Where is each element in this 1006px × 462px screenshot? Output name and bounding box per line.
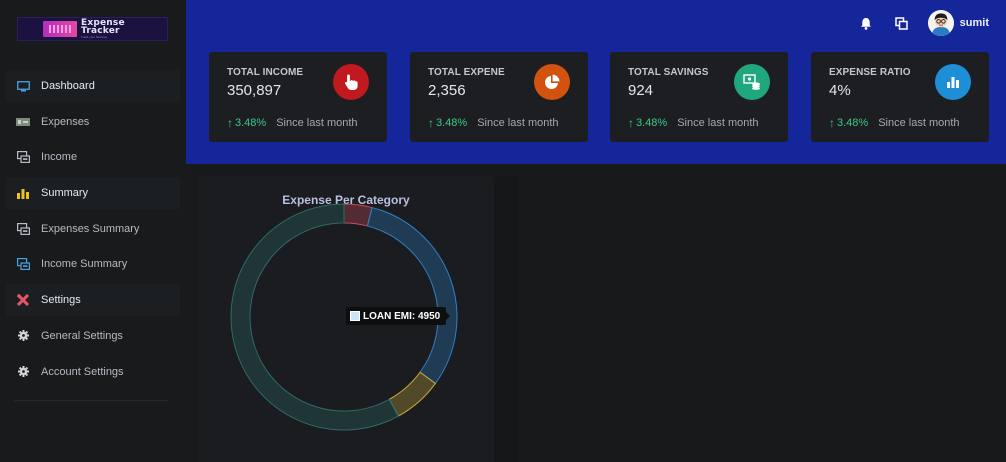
bell-icon[interactable] (858, 15, 874, 31)
card-title: TOTAL INCOME (227, 67, 304, 78)
money-transfer-icon (16, 222, 30, 236)
sidebar-item-label: Account Settings (41, 365, 124, 378)
cash-icon (16, 115, 30, 129)
tools-icon (16, 293, 30, 307)
sidebar-item-label: Dashboard (41, 80, 95, 92)
bar-chart-icon (16, 186, 30, 200)
sidebar-nav: Dashboard Expenses Income Summary Expens… (6, 70, 180, 391)
app-logo[interactable]: Expense Tracker Track your finances (17, 17, 168, 41)
card-since: Since last month (677, 117, 759, 129)
card-title: EXPENSE RATIO (829, 67, 911, 78)
donut-slice-2[interactable] (388, 371, 437, 417)
arrow-up-icon: ↑ (227, 116, 233, 130)
logo-line2: Tracker (81, 26, 120, 36)
card-change: 3.48% (636, 117, 668, 129)
tooltip-swatch (350, 311, 360, 321)
sidebar-item-label: Income Summary (41, 258, 128, 271)
arrow-up-icon: ↑ (428, 116, 434, 130)
sidebar-item-income[interactable]: Income (6, 141, 180, 173)
sidebar-item-income-summary[interactable]: Income Summary (6, 248, 180, 280)
monitor-icon (16, 79, 30, 93)
gear-icon (16, 365, 30, 379)
card-footer: ↑ 3.48% Since last month (227, 116, 358, 130)
stat-card-total-savings: TOTAL SAVINGS 924 ↑ 3.48% Since last mon… (610, 52, 788, 142)
money-transfer-icon (16, 150, 30, 164)
sidebar-item-general-settings[interactable]: General Settings (6, 320, 180, 352)
sidebar-item-label: Expenses (41, 115, 90, 128)
card-value: 2,356 (428, 82, 466, 99)
window-restore-icon[interactable] (894, 15, 910, 31)
bar-chart-icon (935, 64, 971, 100)
card-title: TOTAL SAVINGS (628, 67, 709, 78)
card-change: 3.48% (235, 117, 267, 129)
card-footer: ↑ 3.48% Since last month (628, 116, 759, 130)
header-actions: sumit (858, 10, 989, 36)
sidebar-item-expenses-summary[interactable]: Expenses Summary (6, 213, 180, 245)
chart-tooltip: LOAN EMI: 4950 (346, 307, 451, 325)
sidebar-item-settings[interactable]: Settings (6, 284, 180, 317)
sidebar-item-label: General Settings (41, 329, 123, 342)
card-change: 3.48% (436, 117, 468, 129)
card-since: Since last month (477, 117, 559, 129)
empty-panel (518, 176, 1006, 462)
card-title: TOTAL EXPENE (428, 67, 505, 78)
sidebar-item-label: Income (41, 151, 78, 164)
gear-icon (16, 329, 30, 343)
logo-mark (43, 21, 77, 37)
arrow-up-icon: ↑ (829, 116, 835, 130)
stat-card-expense-ratio: EXPENSE RATIO 4% ↑ 3.48% Since last mont… (811, 52, 989, 142)
sidebar-item-label: Expenses Summary (41, 222, 140, 235)
arrow-up-icon: ↑ (628, 116, 634, 130)
sidebar-item-summary[interactable]: Summary (6, 177, 180, 210)
card-footer: ↑ 3.48% Since last month (428, 116, 559, 130)
hand-pointer-icon (333, 64, 369, 100)
card-value: 350,897 (227, 82, 282, 99)
card-footer: ↑ 3.48% Since last month (829, 116, 960, 130)
stat-card-total-income: TOTAL INCOME 350,897 ↑ 3.48% Since last … (209, 52, 387, 142)
sidebar-item-label: Summary (41, 187, 89, 200)
pie-chart-icon (534, 64, 570, 100)
card-change: 3.48% (837, 117, 869, 129)
card-value: 4% (829, 82, 851, 99)
donut-slice-1[interactable] (366, 206, 458, 385)
card-since: Since last month (878, 117, 960, 129)
tooltip-label: LOAN EMI: 4950 (363, 310, 441, 322)
stat-card-total-expense: TOTAL EXPENE 2,356 ↑ 3.48% Since last mo… (410, 52, 588, 142)
username[interactable]: sumit (960, 17, 989, 29)
money-transfer-icon (16, 257, 30, 271)
card-since: Since last month (276, 117, 358, 129)
avatar[interactable] (927, 10, 954, 36)
panel-gap (494, 176, 518, 462)
card-value: 924 (628, 82, 654, 99)
sidebar-item-account-settings[interactable]: Account Settings (6, 356, 180, 388)
sidebar-divider (14, 400, 168, 401)
sidebar-item-dashboard[interactable]: Dashboard (6, 70, 180, 102)
sidebar-item-label: Settings (41, 294, 81, 307)
money-stack-icon (734, 64, 770, 100)
sidebar-item-expenses[interactable]: Expenses (6, 106, 180, 138)
sidebar: Expense Tracker Track your finances Dash… (0, 0, 186, 462)
